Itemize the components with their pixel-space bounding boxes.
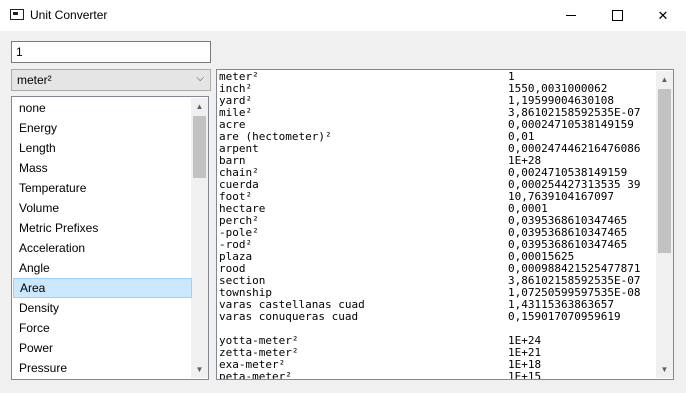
- scroll-thumb[interactable]: [193, 116, 206, 178]
- unit-select-value: meter²: [17, 73, 52, 87]
- category-item[interactable]: Acceleration: [13, 238, 192, 258]
- maximize-button[interactable]: [594, 0, 640, 31]
- category-item[interactable]: Angle: [13, 258, 192, 278]
- result-unit-name: peta-meter²: [219, 370, 292, 380]
- results-panel[interactable]: ▲ ▼ meter² 1 inch² 1550,0031000062 yard² 1,19…: [216, 69, 674, 380]
- app-icon: [10, 9, 24, 20]
- category-item[interactable]: Volume: [13, 198, 192, 218]
- close-icon: ✕: [657, 7, 669, 23]
- title-bar[interactable]: Unit Converter ✕: [0, 0, 686, 31]
- minimize-icon: [566, 15, 576, 16]
- result-value: 1E+15: [508, 370, 542, 380]
- category-list[interactable]: ▲ ▼ none Energy Length Mass Temperature Volum…: [11, 96, 209, 380]
- category-item[interactable]: Area: [13, 278, 192, 298]
- scroll-down-icon[interactable]: ▼: [191, 361, 208, 378]
- category-item[interactable]: Power: [13, 338, 192, 358]
- maximize-icon: [611, 10, 623, 21]
- scroll-down-icon[interactable]: ▼: [656, 361, 673, 378]
- scroll-thumb[interactable]: [658, 89, 671, 253]
- result-value: 0,159017070959619: [508, 310, 621, 323]
- category-item[interactable]: none: [13, 98, 192, 118]
- result-unit-name: varas conuqueras cuad: [219, 310, 359, 323]
- chevron-down-icon: ⌵: [196, 73, 204, 84]
- category-item[interactable]: Pressure: [13, 358, 192, 378]
- category-item[interactable]: Energy: [13, 118, 192, 138]
- category-item[interactable]: Length: [13, 138, 192, 158]
- category-item[interactable]: Density: [13, 298, 192, 318]
- category-scrollbar[interactable]: ▲ ▼: [191, 98, 208, 378]
- window-title: Unit Converter: [30, 8, 108, 22]
- unit-select[interactable]: meter² ⌵: [11, 69, 211, 91]
- category-item[interactable]: Force: [13, 318, 192, 338]
- minimize-button[interactable]: [548, 0, 594, 31]
- scroll-up-icon[interactable]: ▲: [191, 98, 208, 115]
- category-item[interactable]: Metric Prefixes: [13, 218, 192, 238]
- close-button[interactable]: ✕: [640, 0, 686, 31]
- results-scrollbar[interactable]: ▲ ▼: [656, 71, 673, 378]
- category-item[interactable]: Temperature: [13, 178, 192, 198]
- value-input[interactable]: [11, 41, 211, 63]
- category-item[interactable]: Mass: [13, 158, 192, 178]
- scroll-up-icon[interactable]: ▲: [656, 71, 673, 88]
